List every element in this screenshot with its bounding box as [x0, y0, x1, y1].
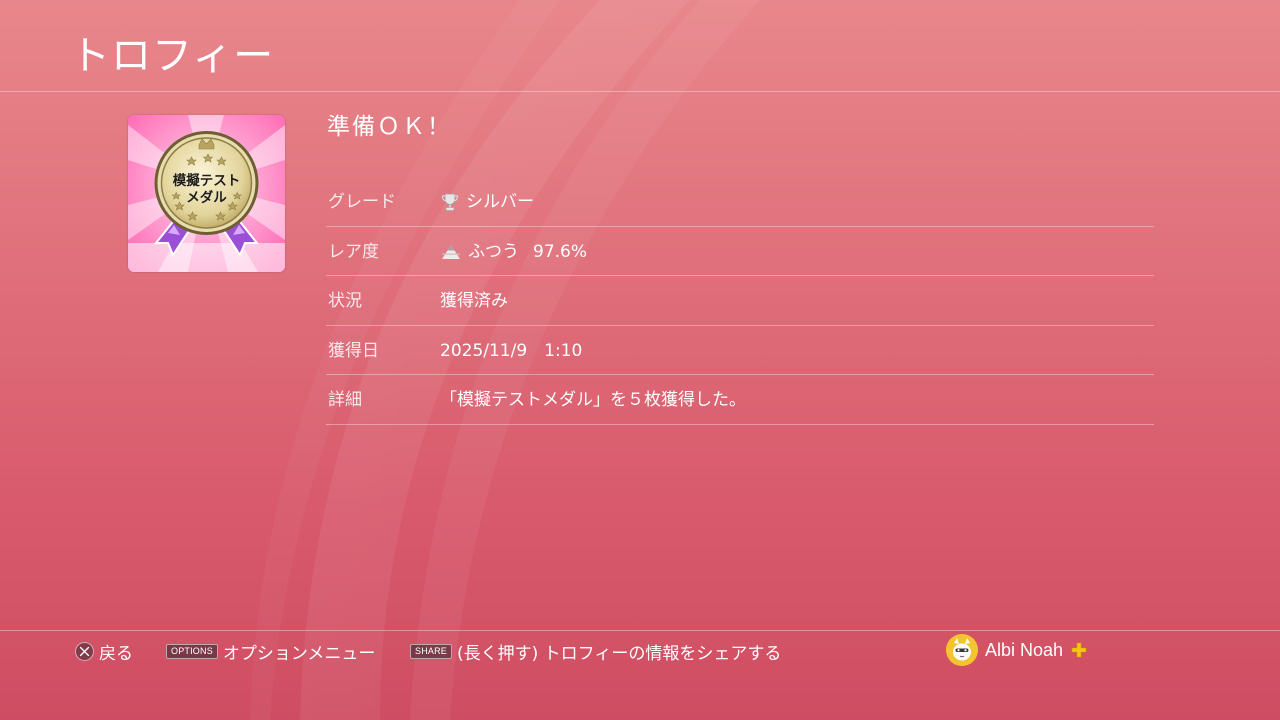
- share-hint[interactable]: SHARE (長く押す) トロフィーの情報をシェアする: [410, 639, 782, 664]
- detail-row-rarity: レア度 ふつう 97.6%: [326, 227, 1154, 276]
- detail-row-description: 詳細 「模擬テストメダル」を５枚獲得した。: [326, 375, 1154, 425]
- detail-row-date: 獲得日 2025/11/9 1:10: [326, 326, 1154, 375]
- svg-text:模擬テスト: 模擬テスト: [173, 172, 241, 189]
- rarity-label: レア度: [328, 241, 379, 262]
- description-label: 詳細: [328, 390, 362, 410]
- back-hint[interactable]: 戻る: [75, 639, 133, 664]
- trophy-image: 模擬テスト メダル: [128, 115, 285, 272]
- silver-trophy-icon: [441, 193, 459, 211]
- grade-text: シルバー: [466, 192, 534, 212]
- detail-row-grade: グレード シルバー: [326, 177, 1154, 227]
- date-label: 獲得日: [328, 340, 379, 361]
- options-hint[interactable]: OPTIONS オプションメニュー: [166, 639, 376, 664]
- avatar-image: [946, 634, 978, 666]
- ps-plus-icon: [1071, 642, 1087, 658]
- description-value: 「模擬テストメダル」を５枚獲得した。: [440, 390, 746, 410]
- options-label: オプションメニュー: [222, 643, 376, 664]
- medal-icon: 模擬テスト メダル: [128, 115, 285, 272]
- status-value: 獲得済み: [440, 291, 508, 311]
- rarity-text: ふつう: [468, 241, 519, 262]
- cross-button-icon: [75, 641, 94, 661]
- detail-row-status: 状況 獲得済み: [326, 276, 1154, 326]
- trophy-title: 準備ＯＫ！: [327, 114, 452, 140]
- grade-label: グレード: [328, 192, 396, 212]
- options-button-icon: OPTIONS: [166, 643, 218, 659]
- page-title: トロフィー: [70, 33, 275, 79]
- share-button-icon: SHARE: [410, 643, 453, 659]
- svg-text:メダル: メダル: [186, 189, 227, 206]
- header-bar: トロフィー: [0, 0, 1280, 92]
- trophy-details-list: グレード シルバー レア度 ふつう 97.6% 状況 獲得済み 獲得日 2025…: [326, 177, 1154, 425]
- back-label: 戻る: [99, 643, 133, 664]
- rarity-percent: 97.6%: [533, 241, 588, 262]
- rarity-common-icon: [442, 244, 460, 259]
- username: Albi Noah: [985, 639, 1064, 660]
- date-value: 2025/11/9 1:10: [440, 340, 583, 361]
- rarity-value: ふつう 97.6%: [440, 241, 587, 263]
- footer-bar: 戻る OPTIONS オプションメニュー SHARE (長く押す) トロフィーの…: [0, 630, 1280, 720]
- status-label: 状況: [328, 291, 362, 311]
- avatar: [946, 634, 978, 666]
- grade-value: シルバー: [440, 191, 534, 213]
- user-profile[interactable]: Albi Noah: [946, 634, 1088, 666]
- share-label: (長く押す) トロフィーの情報をシェアする: [457, 643, 782, 664]
